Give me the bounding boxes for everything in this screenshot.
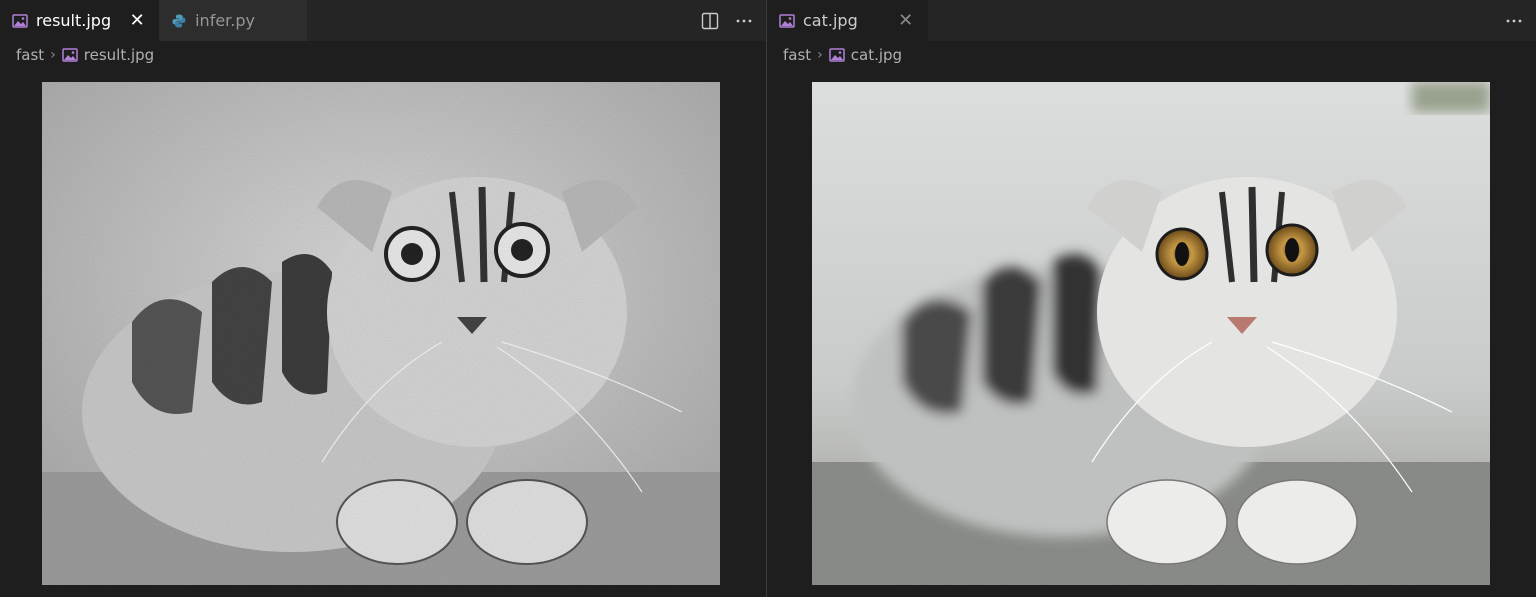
python-file-icon — [172, 14, 186, 27]
image-preview-result — [42, 82, 720, 585]
image-file-icon — [12, 13, 28, 28]
breadcrumb-file[interactable]: cat.jpg — [829, 46, 902, 64]
image-file-icon — [62, 48, 78, 62]
editor-group-left: result.jpg ✕ infer.py fast › result.jpg — [0, 0, 766, 597]
tab-label: cat.jpg — [803, 11, 858, 30]
cat-photo-image — [812, 82, 1490, 585]
more-actions-icon[interactable] — [734, 11, 754, 31]
close-icon[interactable]: ✕ — [896, 10, 916, 31]
breadcrumb: fast › cat.jpg — [767, 41, 1536, 69]
breadcrumb-file-label: cat.jpg — [850, 46, 903, 64]
editor-area: result.jpg ✕ infer.py fast › result.jpg … — [0, 0, 1536, 597]
tab-bar: result.jpg ✕ infer.py — [0, 0, 766, 41]
tab-label: result.jpg — [36, 11, 112, 30]
chevron-right-icon: › — [50, 47, 56, 63]
image-preview-cat — [812, 82, 1490, 585]
image-file-icon — [829, 48, 845, 62]
editor-group-right: cat.jpg ✕ fast › cat.jpg — [766, 0, 1536, 597]
tab-label: infer.py — [195, 11, 255, 30]
more-actions-icon[interactable] — [1504, 11, 1524, 31]
sketch-cat-image — [42, 82, 720, 585]
breadcrumb-file[interactable]: result.jpg — [62, 46, 154, 64]
tab-infer-py[interactable]: infer.py — [159, 0, 308, 41]
close-icon[interactable]: ✕ — [127, 10, 147, 31]
breadcrumb-file-label: result.jpg — [83, 46, 155, 64]
tab-cat-jpg[interactable]: cat.jpg ✕ — [767, 0, 928, 41]
image-file-icon — [779, 13, 795, 28]
split-editor-icon[interactable] — [700, 11, 720, 31]
breadcrumb-folder[interactable]: fast — [16, 46, 44, 64]
tab-bar: cat.jpg ✕ — [767, 0, 1536, 41]
tab-result-jpg[interactable]: result.jpg ✕ — [0, 0, 160, 41]
breadcrumb-folder[interactable]: fast — [783, 46, 811, 64]
chevron-right-icon: › — [817, 47, 823, 63]
breadcrumb: fast › result.jpg — [0, 41, 766, 69]
